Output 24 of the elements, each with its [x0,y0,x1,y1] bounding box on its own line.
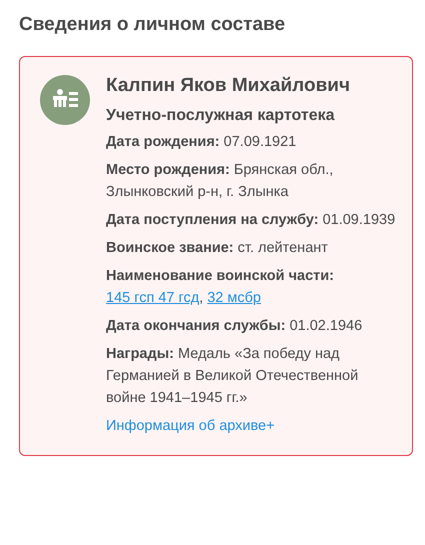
field-value: 07.09.1921 [224,134,296,150]
field-value: Медаль «За победу над [178,346,340,362]
field-label: Воинское звание: [106,240,234,256]
field-label: Дата рождения: [106,134,220,150]
record-type: Учетно-послужная картотека [106,107,336,125]
field-label: Дата окончания службы: [106,318,286,334]
unit-link[interactable]: 145 гсп 47 гсд [106,290,200,306]
personnel-icon [40,75,90,125]
field-label: Награды: [106,346,174,362]
unit-link[interactable]: 32 мсбр [207,290,261,306]
field-value: 01.09.1939 [322,212,396,228]
field-value: Брянская обл., [234,162,334,178]
section-heading: Сведения о личном составе [19,14,286,36]
field-label: Дата поступления на службу: [106,212,319,228]
archive-link[interactable]: Информация об архиве+ [106,418,275,434]
field-value: 01.02.1946 [290,318,362,334]
field-value: Злынковский р-н, г. Злынка [106,184,288,200]
person-name: Калпин Яков Михайлович [106,75,351,97]
field-value: войне 1941–1945 гг.» [106,390,248,406]
field-value: ст. лейтенант [238,240,328,256]
field-label: Место рождения: [106,162,230,178]
field-value: Германией в Великой Отечественной [106,368,358,384]
field-label: Наименование воинской части: [106,268,334,284]
separator: , [199,290,204,306]
